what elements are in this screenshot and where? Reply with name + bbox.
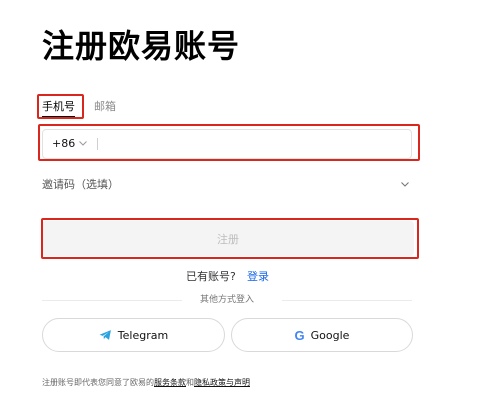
telegram-login-button[interactable]: Telegram	[42, 318, 225, 352]
google-label: Google	[310, 328, 350, 342]
invite-code-label: 邀请码（选填）	[42, 178, 119, 191]
highlight-box-phone	[38, 124, 420, 161]
highlight-box-tab	[37, 94, 84, 119]
terms-joiner: 和	[186, 378, 194, 387]
page-title: 注册欧易账号	[42, 27, 241, 65]
google-login-button[interactable]: G Google	[231, 318, 413, 352]
other-methods-label: 其他方式登入	[200, 295, 255, 305]
tab-email[interactable]: 邮箱	[94, 100, 116, 114]
telegram-label: Telegram	[117, 328, 169, 342]
chevron-down-icon[interactable]	[399, 178, 411, 190]
terms-prefix: 注册账号即代表您同意了欧易的	[42, 378, 154, 387]
highlight-box-register	[41, 218, 419, 259]
terms-text: 注册账号即代表您同意了欧易的服务条款和隐私政策与声明	[42, 377, 250, 388]
divider-left	[42, 300, 182, 301]
terms-of-service-link[interactable]: 服务条款	[154, 378, 186, 387]
divider-right	[282, 300, 412, 301]
have-account-text: 已有账号?	[186, 270, 236, 283]
privacy-policy-link[interactable]: 隐私政策与声明	[194, 378, 250, 387]
google-icon: G	[294, 327, 305, 343]
telegram-icon	[99, 330, 111, 340]
login-link[interactable]: 登录	[247, 270, 269, 284]
